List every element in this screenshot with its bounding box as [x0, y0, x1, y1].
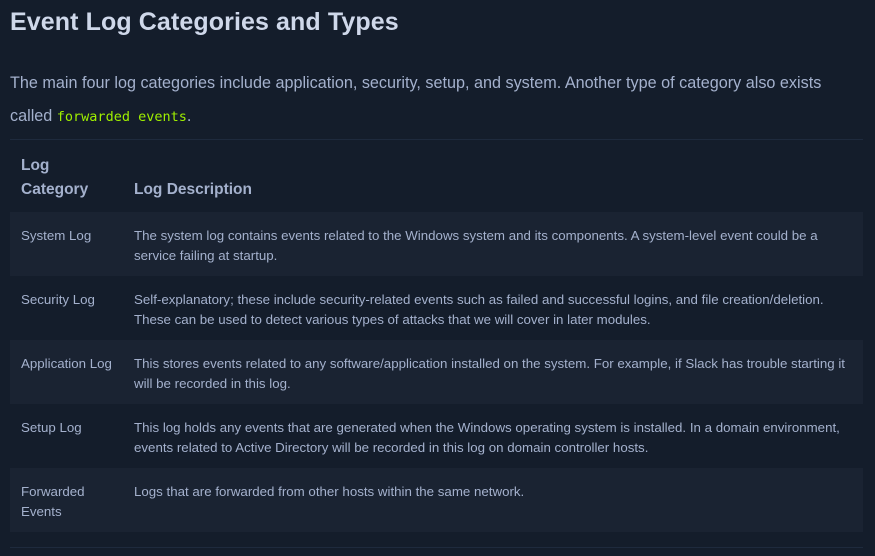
table-row: System Log The system log contains event… [10, 212, 863, 276]
table-row: Forwarded Events Logs that are forwarded… [10, 468, 863, 532]
table-header-row: Log Category Log Description [10, 148, 863, 212]
table-row: Application Log This stores events relat… [10, 340, 863, 404]
intro-paragraph: The main four log categories include app… [10, 67, 863, 134]
cell-description: This log holds any events that are gener… [134, 420, 840, 455]
column-header-log-category: Log Category [21, 157, 89, 198]
cell-description: Logs that are forwarded from other hosts… [134, 484, 525, 499]
bottom-divider [10, 547, 863, 548]
cell-category: Application Log [21, 356, 112, 371]
log-categories-table: Log Category Log Description System Log … [10, 148, 863, 532]
divider [10, 139, 863, 140]
table-row: Setup Log This log holds any events that… [10, 404, 863, 468]
page-title: Event Log Categories and Types [10, 8, 399, 36]
cell-category: Forwarded Events [21, 484, 85, 519]
cell-description: The system log contains events related t… [134, 228, 818, 263]
table-row: Security Log Self-explanatory; these inc… [10, 276, 863, 340]
page: Event Log Categories and Types The main … [0, 0, 875, 556]
intro-end: . [186, 107, 192, 125]
cell-description: Self-explanatory; these include security… [134, 292, 824, 327]
cell-description: This stores events related to any softwa… [134, 356, 845, 391]
cell-category: Setup Log [21, 420, 82, 435]
inline-code: forwarded events [56, 109, 187, 125]
cell-category: System Log [21, 228, 92, 243]
column-header-log-description: Log Description [134, 181, 252, 198]
cell-category: Security Log [21, 292, 95, 307]
